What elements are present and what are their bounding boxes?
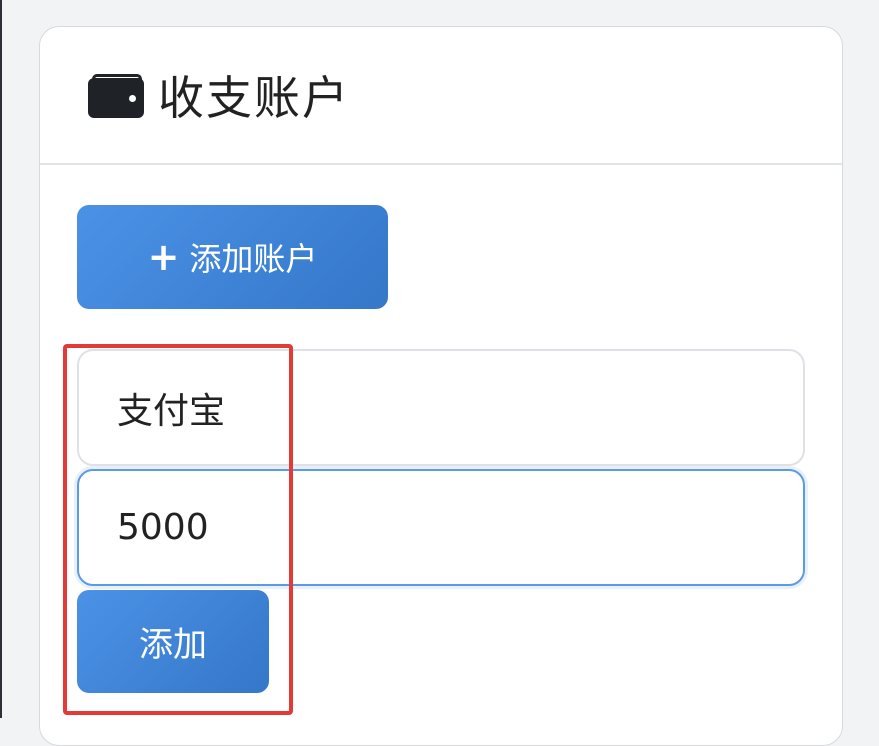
plus-icon: +	[147, 235, 180, 279]
wallet-icon	[88, 74, 144, 120]
window-edge	[0, 0, 2, 718]
account-amount-input[interactable]: 5000	[77, 469, 805, 586]
accounts-card: 收支账户 + 添加账户 支付宝 5000 添加	[39, 26, 843, 746]
submit-add-button[interactable]: 添加	[77, 590, 269, 693]
account-name-value: 支付宝	[117, 390, 226, 432]
account-amount-value: 5000	[117, 507, 209, 548]
add-account-label: 添加账户	[189, 240, 318, 278]
card-title: 收支账户	[158, 71, 350, 125]
add-account-button[interactable]: + 添加账户	[77, 205, 388, 309]
card-header: 收支账户	[40, 27, 842, 165]
account-name-input[interactable]: 支付宝	[77, 349, 805, 466]
submit-add-label: 添加	[139, 625, 207, 665]
